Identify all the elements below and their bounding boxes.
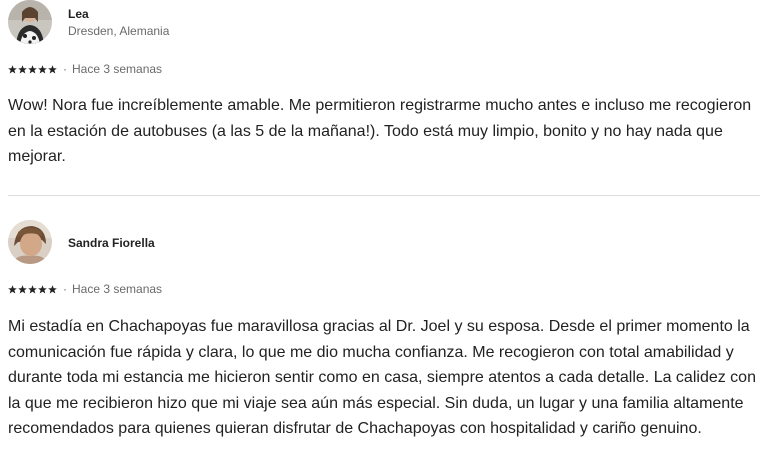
review-header: Sandra Fiorella [8, 220, 764, 266]
reviewer-photo-icon [8, 220, 52, 264]
review-divider [8, 195, 760, 196]
reviewer-photo-icon [8, 0, 52, 44]
review-date: Hace 3 semanas [72, 282, 163, 296]
star-icon [8, 284, 17, 293]
meta-separator: · [63, 282, 67, 296]
star-icon [48, 64, 57, 73]
star-icon [28, 64, 37, 73]
avatar[interactable] [8, 220, 52, 264]
rating-stars [8, 64, 57, 74]
review-meta: · Hace 3 semanas [8, 282, 162, 296]
reviewer-name: Lea [68, 7, 89, 21]
star-icon [38, 64, 47, 73]
star-icon [38, 284, 47, 293]
star-icon [8, 64, 17, 73]
meta-separator: · [63, 62, 67, 76]
review-meta: · Hace 3 semanas [8, 62, 162, 76]
avatar[interactable] [8, 0, 52, 44]
review-header: Lea Dresden, Alemania [8, 0, 764, 46]
review-text: Wow! Nora fue increíblemente amable. Me … [8, 97, 752, 165]
review-text: Mi estadía en Chachapoyas fue maravillos… [8, 318, 756, 437]
star-icon [18, 64, 27, 73]
reviewer-name: Sandra Fiorella [68, 236, 155, 250]
review-card: Lea Dresden, Alemania · Hace 3 semanas W… [8, 0, 764, 165]
star-icon [28, 284, 37, 293]
review-date: Hace 3 semanas [72, 62, 163, 76]
rating-stars [8, 284, 57, 294]
reviewer-location: Dresden, Alemania [68, 24, 170, 38]
star-icon [48, 284, 57, 293]
star-icon [18, 284, 27, 293]
review-card: Sandra Fiorella · Hace 3 semanas Mi esta… [8, 220, 764, 437]
